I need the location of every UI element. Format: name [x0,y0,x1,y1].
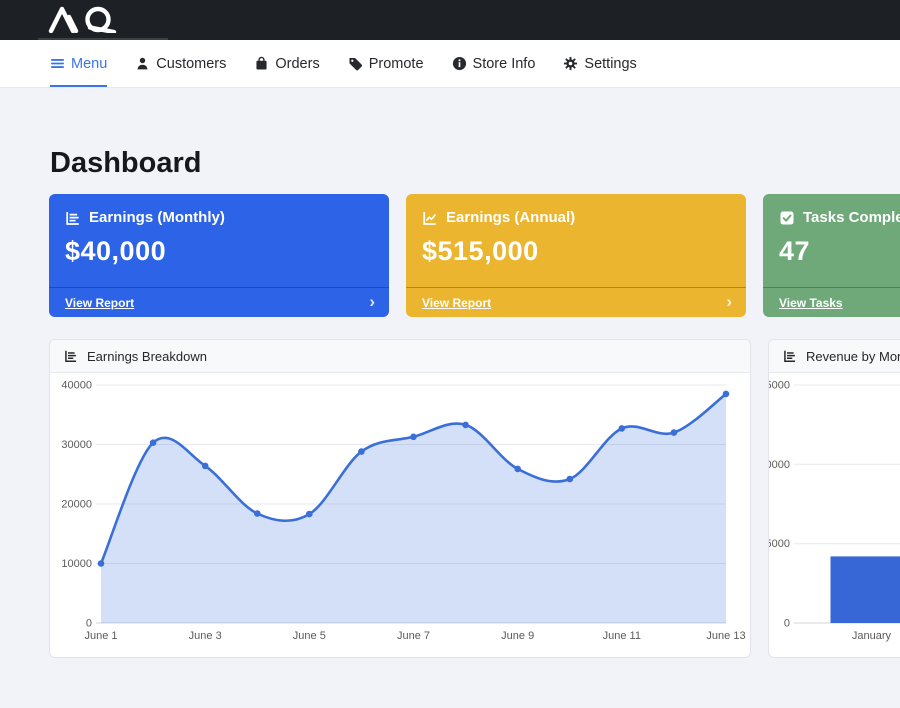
nav-item-promote[interactable]: Promote [348,40,424,87]
card-value: $515,000 [406,226,746,267]
panel-body: 0 5000 10000 15000 January [769,373,900,657]
svg-text:June 9: June 9 [501,630,534,642]
main-content: Dashboard Earnings (Monthly)$40,000 View … [0,88,900,658]
topbar [0,0,900,40]
panel-header: Earnings Breakdown [50,340,750,373]
navbar: Menu Customers Orders Promote Store Info Sett… [0,40,900,88]
stat-card-tasks-completed: Tasks Completed47 View Tasks› [763,194,900,317]
svg-text:5000: 5000 [769,538,790,550]
card-header: Earnings (Annual) [406,194,746,226]
logo-icon [48,6,126,33]
nav-item-orders[interactable]: Orders [254,40,319,87]
nav-label: Promote [369,56,424,72]
gear-icon [563,56,578,71]
card-title: Earnings (Annual) [446,209,575,226]
svg-text:June 7: June 7 [397,630,430,642]
card-value: 47 [763,226,900,267]
svg-text:0: 0 [86,618,92,630]
card-action-label: View Tasks [779,296,843,310]
charts-row: Earnings Breakdown 0 10000 20000 30000 40000 J… [49,339,900,658]
card-action-link[interactable]: View Tasks› [763,287,900,317]
card-action-link[interactable]: View Report › [49,287,389,317]
chevron-right-icon: › [726,293,732,310]
svg-text:40000: 40000 [61,380,92,392]
nav-label: Store Info [473,56,536,72]
stat-cards-row: Earnings (Monthly)$40,000View Report›Ear… [49,194,900,317]
bag-icon [254,56,269,71]
check-square-icon [779,210,795,226]
tag-icon [348,56,363,71]
card-action-label: View Report [65,296,134,310]
card-action-label: View Report [422,296,491,310]
card-action-link[interactable]: View Report › [406,287,746,317]
panel-header: Revenue by Month [769,340,900,373]
svg-text:20000: 20000 [61,499,92,511]
bar-chart-icon [783,349,797,363]
svg-text:June 1: June 1 [84,630,117,642]
revenue-by-month-chart: 0 5000 10000 15000 January [769,373,900,657]
panel-body: 0 10000 20000 30000 40000 June 1 June 3 June 5 J… [50,373,750,657]
person-icon [135,56,150,71]
nav-item-store-info[interactable]: Store Info [452,40,536,87]
chart-panel-revenue-by-month: Revenue by Month 0 5000 10000 15000 January [768,339,900,658]
card-header: Earnings (Monthly) [49,194,389,226]
info-icon [452,56,467,71]
svg-text:10000: 10000 [61,558,92,570]
svg-text:January: January [852,630,892,642]
card-value: $40,000 [49,226,389,267]
stat-card-earnings-annual: Earnings (Annual)$515,000 View Report › [406,194,746,317]
brand-logo[interactable] [38,3,168,40]
line-chart-icon [422,210,438,226]
card-title: Tasks Completed [803,209,900,226]
panel-title: Earnings Breakdown [87,349,207,364]
nav-label: Settings [584,56,636,72]
card-header: Tasks Completed [763,194,900,226]
svg-text:June 3: June 3 [189,630,222,642]
svg-text:June 11: June 11 [603,630,641,642]
svg-text:30000: 30000 [61,439,92,451]
bar-chart-icon [64,349,78,363]
bar-chart-icon [65,210,81,226]
nav-item-menu[interactable]: Menu [50,40,107,87]
page-title: Dashboard [50,147,900,180]
svg-text:10000: 10000 [769,459,790,471]
svg-text:June 5: June 5 [293,630,326,642]
card-title: Earnings (Monthly) [89,209,225,226]
panel-title: Revenue by Month [806,349,900,364]
earnings-breakdown-chart: 0 10000 20000 30000 40000 June 1 June 3 June 5 J… [50,373,748,657]
chevron-right-icon: › [369,293,375,310]
nav-item-customers[interactable]: Customers [135,40,226,87]
hamburger-icon [50,56,65,71]
nav-label: Menu [71,56,107,72]
nav-label: Customers [156,56,226,72]
chart-panel-earnings-breakdown: Earnings Breakdown 0 10000 20000 30000 40000 J… [49,339,751,658]
svg-text:0: 0 [784,618,790,630]
svg-text:15000: 15000 [769,380,790,392]
nav-label: Orders [275,56,319,72]
stat-card-earnings-monthly: Earnings (Monthly)$40,000 View Report › [49,194,389,317]
svg-text:June 13: June 13 [706,630,745,642]
nav-item-settings[interactable]: Settings [563,40,636,87]
